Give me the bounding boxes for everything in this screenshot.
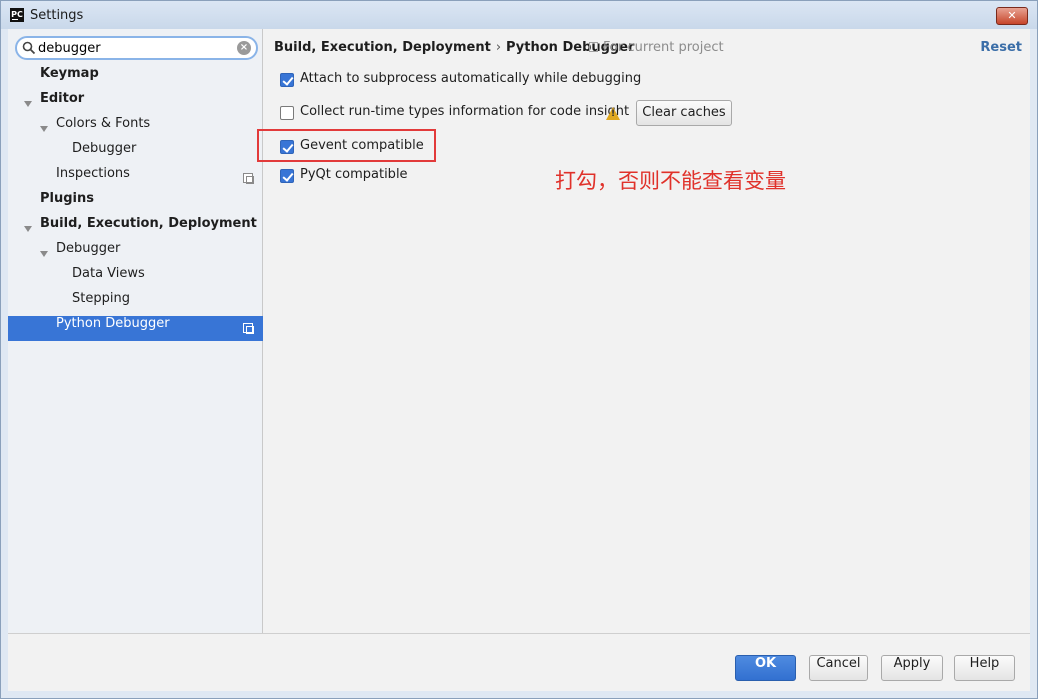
- sidebar-item-label: Debugger: [56, 241, 121, 256]
- sidebar-item-debugger[interactable]: Debugger: [8, 241, 263, 266]
- collect-types-checkbox[interactable]: [280, 106, 294, 120]
- ok-button[interactable]: OK: [735, 655, 796, 681]
- sidebar-item-label: Debugger: [72, 141, 137, 156]
- title-bar[interactable]: PC Settings ✕: [1, 1, 1037, 29]
- gevent-label: Gevent compatible: [300, 138, 424, 153]
- breadcrumb-separator: ›: [495, 40, 502, 55]
- annotation-text: 打勾，否则不能查看变量: [555, 169, 786, 193]
- sidebar-item-debugger[interactable]: Debugger: [8, 141, 263, 166]
- sidebar-item-editor[interactable]: Editor: [8, 91, 263, 116]
- sidebar-item-label: Editor: [40, 91, 85, 106]
- sidebar-item-data-views[interactable]: Data Views: [8, 266, 263, 291]
- sidebar-item-plugins[interactable]: Plugins: [8, 191, 263, 216]
- dialog-body: × Keymap Editor Colors & Fonts Debugger Insp…: [8, 29, 1030, 691]
- help-button[interactable]: Help: [954, 655, 1015, 681]
- reset-link[interactable]: Reset: [980, 40, 1022, 55]
- warning-icon: [606, 107, 620, 120]
- project-scope-icon: [589, 42, 598, 52]
- settings-window: PC Settings ✕ × Keymap Editor Colors & Fon…: [0, 0, 1038, 699]
- breadcrumb-parent: Build, Execution, Deployment: [274, 40, 491, 55]
- apply-button[interactable]: Apply: [881, 655, 943, 681]
- search-field[interactable]: ×: [15, 36, 258, 60]
- attach-subprocess-label: Attach to subprocess automatically while…: [300, 71, 642, 86]
- gevent-checkbox[interactable]: [280, 140, 294, 154]
- sidebar-item-label: Inspections: [56, 166, 130, 181]
- pyqt-label: PyQt compatible: [300, 167, 408, 182]
- sidebar-item-python-debugger[interactable]: Python Debugger: [8, 316, 263, 341]
- sidebar-item-label: Colors & Fonts: [56, 116, 151, 131]
- sidebar-item-label: Build, Execution, Deployment: [40, 216, 257, 231]
- sidebar-item-stepping[interactable]: Stepping: [8, 291, 263, 316]
- sidebar-item-label: Python Debugger: [56, 316, 170, 331]
- settings-sidebar: × Keymap Editor Colors & Fonts Debugger Insp…: [8, 29, 263, 633]
- sidebar-item-keymap[interactable]: Keymap: [8, 66, 263, 91]
- sidebar-item-label: Stepping: [72, 291, 130, 306]
- search-input[interactable]: [38, 40, 228, 57]
- project-scope-icon: [243, 323, 254, 334]
- settings-content: Build, Execution, Deployment › Python Debu…: [257, 29, 1030, 633]
- pyqt-checkbox[interactable]: [280, 169, 294, 183]
- close-window-button[interactable]: ✕: [996, 7, 1028, 25]
- sidebar-item-inspections[interactable]: Inspections: [8, 166, 263, 191]
- clear-caches-button[interactable]: Clear caches: [636, 100, 732, 126]
- pycharm-app-icon: PC: [10, 8, 24, 22]
- project-scope-icon: [243, 173, 254, 184]
- settings-tree: Keymap Editor Colors & Fonts Debugger Inspec…: [8, 66, 263, 341]
- sidebar-item-label: Data Views: [72, 266, 145, 281]
- search-icon: [22, 41, 36, 55]
- cancel-button[interactable]: Cancel: [809, 655, 868, 681]
- collect-types-option[interactable]: Collect run-time types information for c…: [280, 104, 630, 122]
- collect-types-label: Collect run-time types information for c…: [300, 104, 630, 119]
- expand-arrow-icon[interactable]: [24, 226, 32, 232]
- button-bar: OK Cancel Apply Help: [8, 633, 1030, 691]
- expand-arrow-icon[interactable]: [24, 101, 32, 107]
- clear-search-icon[interactable]: ×: [237, 41, 251, 55]
- window-title: Settings: [30, 8, 84, 23]
- attach-subprocess-checkbox[interactable]: [280, 73, 294, 87]
- scope-text: For current project: [603, 40, 724, 55]
- scope-label: For current project: [589, 40, 724, 55]
- sidebar-item-build-execution-deployment[interactable]: Build, Execution, Deployment: [8, 216, 263, 241]
- sidebar-item-label: Keymap: [40, 66, 99, 81]
- sidebar-item-colors-fonts[interactable]: Colors & Fonts: [8, 116, 263, 141]
- expand-arrow-icon[interactable]: [40, 251, 48, 257]
- sidebar-item-label: Plugins: [40, 191, 94, 206]
- expand-arrow-icon[interactable]: [40, 126, 48, 132]
- breadcrumb: Build, Execution, Deployment › Python Debu…: [274, 40, 634, 55]
